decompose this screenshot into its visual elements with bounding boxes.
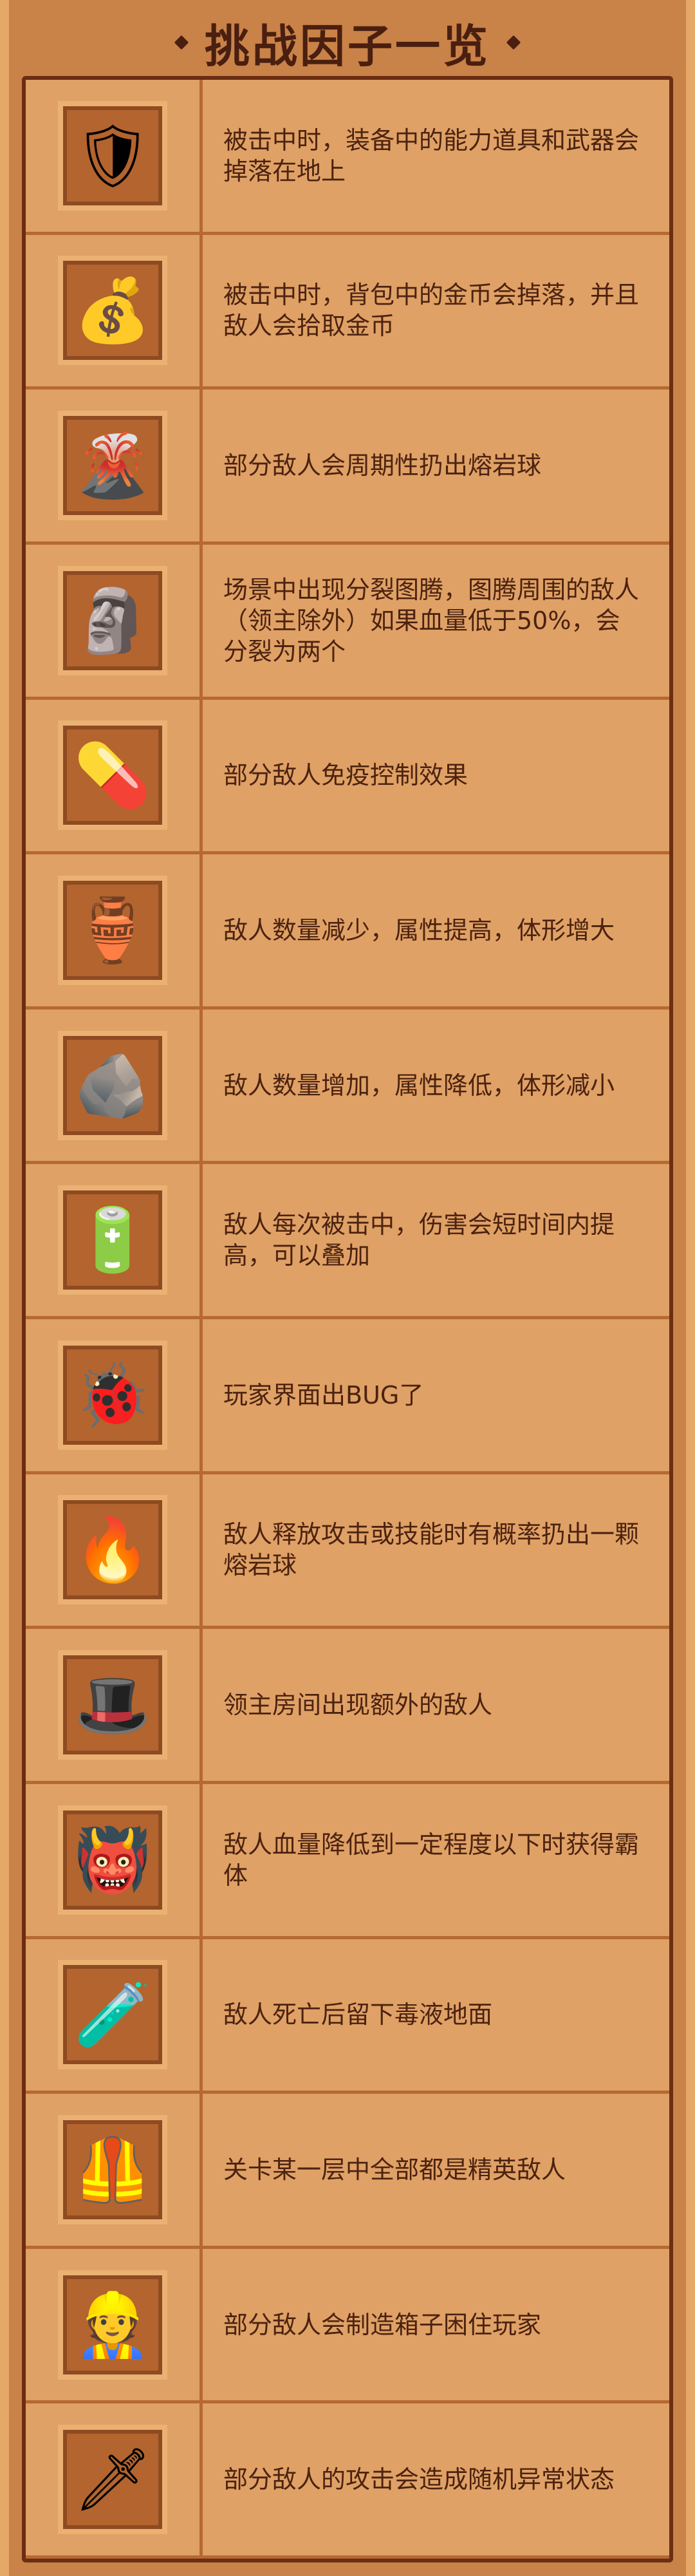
factor-icon-cell: 🌋 — [26, 390, 203, 541]
factor-description: 敌人数量减少，属性提高，体形增大 — [223, 916, 615, 945]
demon-mask-icon: 👹 — [58, 1805, 167, 1915]
factor-row: 🔥 敌人释放攻击或技能时有概率扔出一颗熔岩球 — [26, 1474, 669, 1630]
page-title: 挑战因子一览 — [205, 19, 490, 73]
factor-row: 🔋 敌人每次被击中，伤害会短时间内提高，可以叠加 — [26, 1164, 669, 1319]
factor-row: 🗿 场景中出现分裂图腾，图腾周围的敌人（领主除外）如果血量低于50%，会分裂为两个 — [26, 544, 669, 700]
factor-description-cell: 敌人每次被击中，伤害会短时间内提高，可以叠加 — [203, 1164, 669, 1316]
factor-icon-cell: 🗿 — [26, 544, 203, 697]
factor-description: 部分敌人的攻击会造成随机异常状态 — [223, 2465, 615, 2494]
factor-description-cell: 部分敌人会周期性扔出熔岩球 — [203, 390, 669, 541]
factor-row: 🧪 敌人死亡后留下毒液地面 — [26, 1939, 669, 2094]
factor-description-cell: 玩家界面出BUG了 — [203, 1319, 669, 1471]
factor-row: 🛡 被击中时，装备中的能力道具和武器会掉落在地上 — [26, 80, 669, 235]
factor-description-cell: 部分敌人会制造箱子困住玩家 — [203, 2249, 669, 2401]
elite-armor-icon: 🦺 — [58, 2114, 167, 2224]
factor-icon-cell: 🛡 — [26, 80, 203, 232]
sword-icon: 🗡 — [58, 2425, 167, 2535]
totem-icon: 🗿 — [58, 565, 167, 675]
factor-row: 🪨 敌人数量增加，属性降低，体形减小 — [26, 1009, 669, 1165]
factor-icon-cell: 💰 — [26, 234, 203, 387]
factor-description-cell: 敌人数量增加，属性降低，体形减小 — [203, 1010, 669, 1161]
factor-icon-cell: 🎩 — [26, 1629, 203, 1781]
factor-description: 领主房间出现额外的敌人 — [223, 1691, 493, 1720]
factor-row: 🌋 部分敌人会周期性扔出熔岩球 — [26, 390, 669, 545]
factor-row: 💰 被击中时，背包中的金币会掉落，并且敌人会拾取金币 — [26, 234, 669, 390]
factor-description: 玩家界面出BUG了 — [223, 1380, 424, 1409]
hat-ghost-icon: 🎩 — [58, 1650, 167, 1760]
factor-description: 被击中时，装备中的能力道具和武器会掉落在地上 — [223, 126, 640, 185]
factor-row: 💊 部分敌人免疫控制效果 — [26, 699, 669, 855]
factor-description: 部分敌人会周期性扔出熔岩球 — [223, 451, 542, 480]
factor-row: 🗡 部分敌人的攻击会造成随机异常状态 — [26, 2403, 669, 2559]
ui-bug-icon: 🐞 — [58, 1340, 167, 1450]
factor-description: 被击中时，背包中的金币会掉落，并且敌人会拾取金币 — [223, 281, 640, 341]
factor-icon-cell: 🔥 — [26, 1474, 203, 1626]
factor-description-cell: 敌人释放攻击或技能时有概率扔出一颗熔岩球 — [203, 1474, 669, 1626]
factor-icon-cell: 🗡 — [26, 2403, 203, 2555]
volcano-icon: 🌋 — [58, 411, 167, 521]
factor-description-cell: 场景中出现分裂图腾，图腾周围的敌人（领主除外）如果血量低于50%，会分裂为两个 — [203, 545, 669, 697]
factor-description-cell: 被击中时，装备中的能力道具和武器会掉落在地上 — [203, 80, 669, 232]
factor-row: 🐞 玩家界面出BUG了 — [26, 1319, 669, 1474]
title-bar: 挑战因子一览 — [122, 12, 573, 73]
cannon-icon: 🏺 — [58, 875, 167, 985]
fire-flask-icon: 🔥 — [58, 1495, 167, 1605]
factor-description-cell: 领主房间出现额外的敌人 — [203, 1629, 669, 1781]
factor-description-cell: 部分敌人免疫控制效果 — [203, 700, 669, 852]
rubble-icon: 🪨 — [58, 1030, 167, 1140]
factor-icon-cell: 💊 — [26, 699, 203, 852]
factor-row: 👷 部分敌人会制造箱子困住玩家 — [26, 2248, 669, 2404]
factor-icon-cell: 🦺 — [26, 2094, 203, 2246]
factor-row: 👹 敌人血量降低到一定程度以下时获得霸体 — [26, 1783, 669, 1939]
poison-potion-icon: 🧪 — [58, 1960, 167, 2070]
factor-description: 部分敌人免疫控制效果 — [223, 761, 468, 790]
factor-description: 敌人释放攻击或技能时有概率扔出一颗熔岩球 — [223, 1520, 640, 1580]
factor-row: 🦺 关卡某一层中全部都是精英敌人 — [26, 2094, 669, 2249]
factor-description: 敌人数量增加，属性降低，体形减小 — [223, 1071, 615, 1100]
builder-icon: 👷 — [58, 2270, 167, 2380]
factor-icon-cell: 👹 — [26, 1783, 203, 1936]
factor-icon-cell: 🪨 — [26, 1009, 203, 1161]
factor-description: 关卡某一层中全部都是精英敌人 — [223, 2155, 566, 2184]
factor-description-cell: 被击中时，背包中的金币会掉落，并且敌人会拾取金币 — [203, 235, 669, 387]
battery-icon: 🔋 — [58, 1185, 167, 1295]
factor-icon-cell: 👷 — [26, 2248, 203, 2401]
factor-icon-cell: 🐞 — [26, 1319, 203, 1471]
gold-coin-bag-icon: 💰 — [58, 256, 167, 366]
factor-icon-cell: 🏺 — [26, 854, 203, 1006]
jelly-shield-icon: 🛡 — [58, 100, 167, 211]
factor-icon-cell: 🧪 — [26, 1939, 203, 2091]
factor-description: 敌人死亡后留下毒液地面 — [223, 2000, 493, 2029]
factor-row: 🏺 敌人数量减少，属性提高，体形增大 — [26, 854, 669, 1010]
title-left-dot — [174, 35, 189, 50]
factor-description: 敌人每次被击中，伤害会短时间内提高，可以叠加 — [223, 1210, 615, 1270]
factor-description-cell: 敌人血量降低到一定程度以下时获得霸体 — [203, 1784, 669, 1936]
pill-icon: 💊 — [58, 720, 167, 831]
factor-row: 🎩 领主房间出现额外的敌人 — [26, 1629, 669, 1784]
factor-description-cell: 关卡某一层中全部都是精英敌人 — [203, 2094, 669, 2246]
factor-description: 部分敌人会制造箱子困住玩家 — [223, 2310, 542, 2339]
factor-description-cell: 部分敌人的攻击会造成随机异常状态 — [203, 2403, 669, 2555]
factor-description-cell: 敌人死亡后留下毒液地面 — [203, 1939, 669, 2091]
factor-description-cell: 敌人数量减少，属性提高，体形增大 — [203, 854, 669, 1006]
title-right-dot — [506, 35, 521, 50]
factor-description: 场景中出现分裂图腾，图腾周围的敌人（领主除外）如果血量低于50%，会分裂为两个 — [223, 575, 640, 666]
factor-description: 敌人血量降低到一定程度以下时获得霸体 — [223, 1830, 640, 1890]
factor-table: 🛡 被击中时，装备中的能力道具和武器会掉落在地上 💰 被击中时，背包中的金币会掉落，并… — [22, 76, 673, 2562]
factor-icon-cell: 🔋 — [26, 1164, 203, 1316]
